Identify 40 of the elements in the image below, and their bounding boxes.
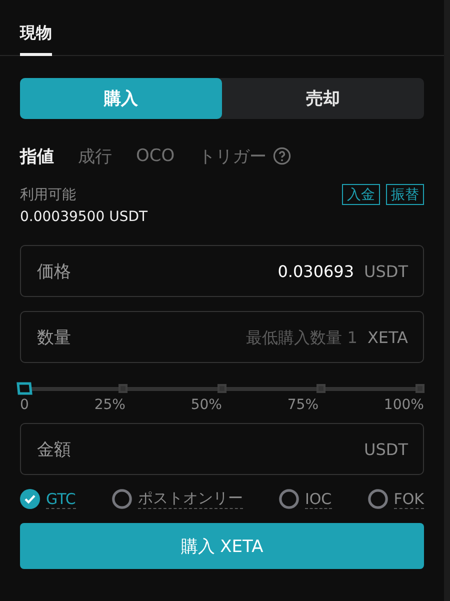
order-type-tab[interactable]: OCO <box>136 146 175 166</box>
order-type-tab[interactable]: 指値 <box>20 144 54 168</box>
slider-tick-label: 75% <box>287 397 319 413</box>
slider-tick-label: 50% <box>190 397 222 413</box>
time-in-force-option[interactable]: ポストオンリー <box>112 489 243 509</box>
time-in-force-option[interactable]: GTC <box>20 489 76 509</box>
slider-tick-label: 25% <box>94 397 126 413</box>
slider-step-icon[interactable] <box>118 383 128 394</box>
slider-tick-label: 100% <box>384 397 424 413</box>
input-field[interactable]: 金額 USDT <box>20 423 424 475</box>
slider-tick-label: 0 <box>20 397 29 413</box>
field-value[interactable]: 0.030693 <box>81 260 354 282</box>
input-field[interactable]: 数量 最低購入数量 1 XETA <box>20 311 424 363</box>
field-label: 価格 <box>37 260 71 282</box>
unit-label: USDT <box>364 262 408 280</box>
slider-thumb[interactable] <box>15 382 33 395</box>
action-button[interactable]: 入金 <box>342 184 380 205</box>
slider-step-icon[interactable] <box>316 383 326 394</box>
radio-icon[interactable] <box>278 489 299 509</box>
unit-label: XETA <box>367 328 408 346</box>
field-label: 金額 <box>37 438 71 460</box>
radio-icon[interactable] <box>112 489 132 509</box>
unit-label: USDT <box>364 440 408 458</box>
radio-icon[interactable] <box>368 489 388 509</box>
action-button[interactable]: 振替 <box>386 184 424 205</box>
order-type-tab[interactable]: 成行 <box>78 144 112 168</box>
checked-radio-icon[interactable] <box>20 489 40 509</box>
slider-step-icon[interactable] <box>414 383 426 394</box>
field-label: 数量 <box>37 326 71 348</box>
tab[interactable]: 現物 <box>20 0 52 56</box>
time-in-force-option[interactable]: IOC <box>278 489 332 509</box>
field-value[interactable]: 最低購入数量 1 <box>81 326 358 348</box>
time-in-force-option[interactable]: FOK <box>368 489 424 509</box>
available-label: 利用可能 <box>20 186 76 204</box>
slider-step-icon[interactable] <box>216 383 228 394</box>
order-type-tab[interactable]: トリガー <box>198 144 291 168</box>
input-field[interactable]: 価格 0.030693 USDT <box>20 245 424 297</box>
side-tab[interactable]: 売却 <box>222 78 424 119</box>
help-icon[interactable] <box>272 147 291 165</box>
available-balance: 0.00039500 USDT <box>20 209 149 225</box>
